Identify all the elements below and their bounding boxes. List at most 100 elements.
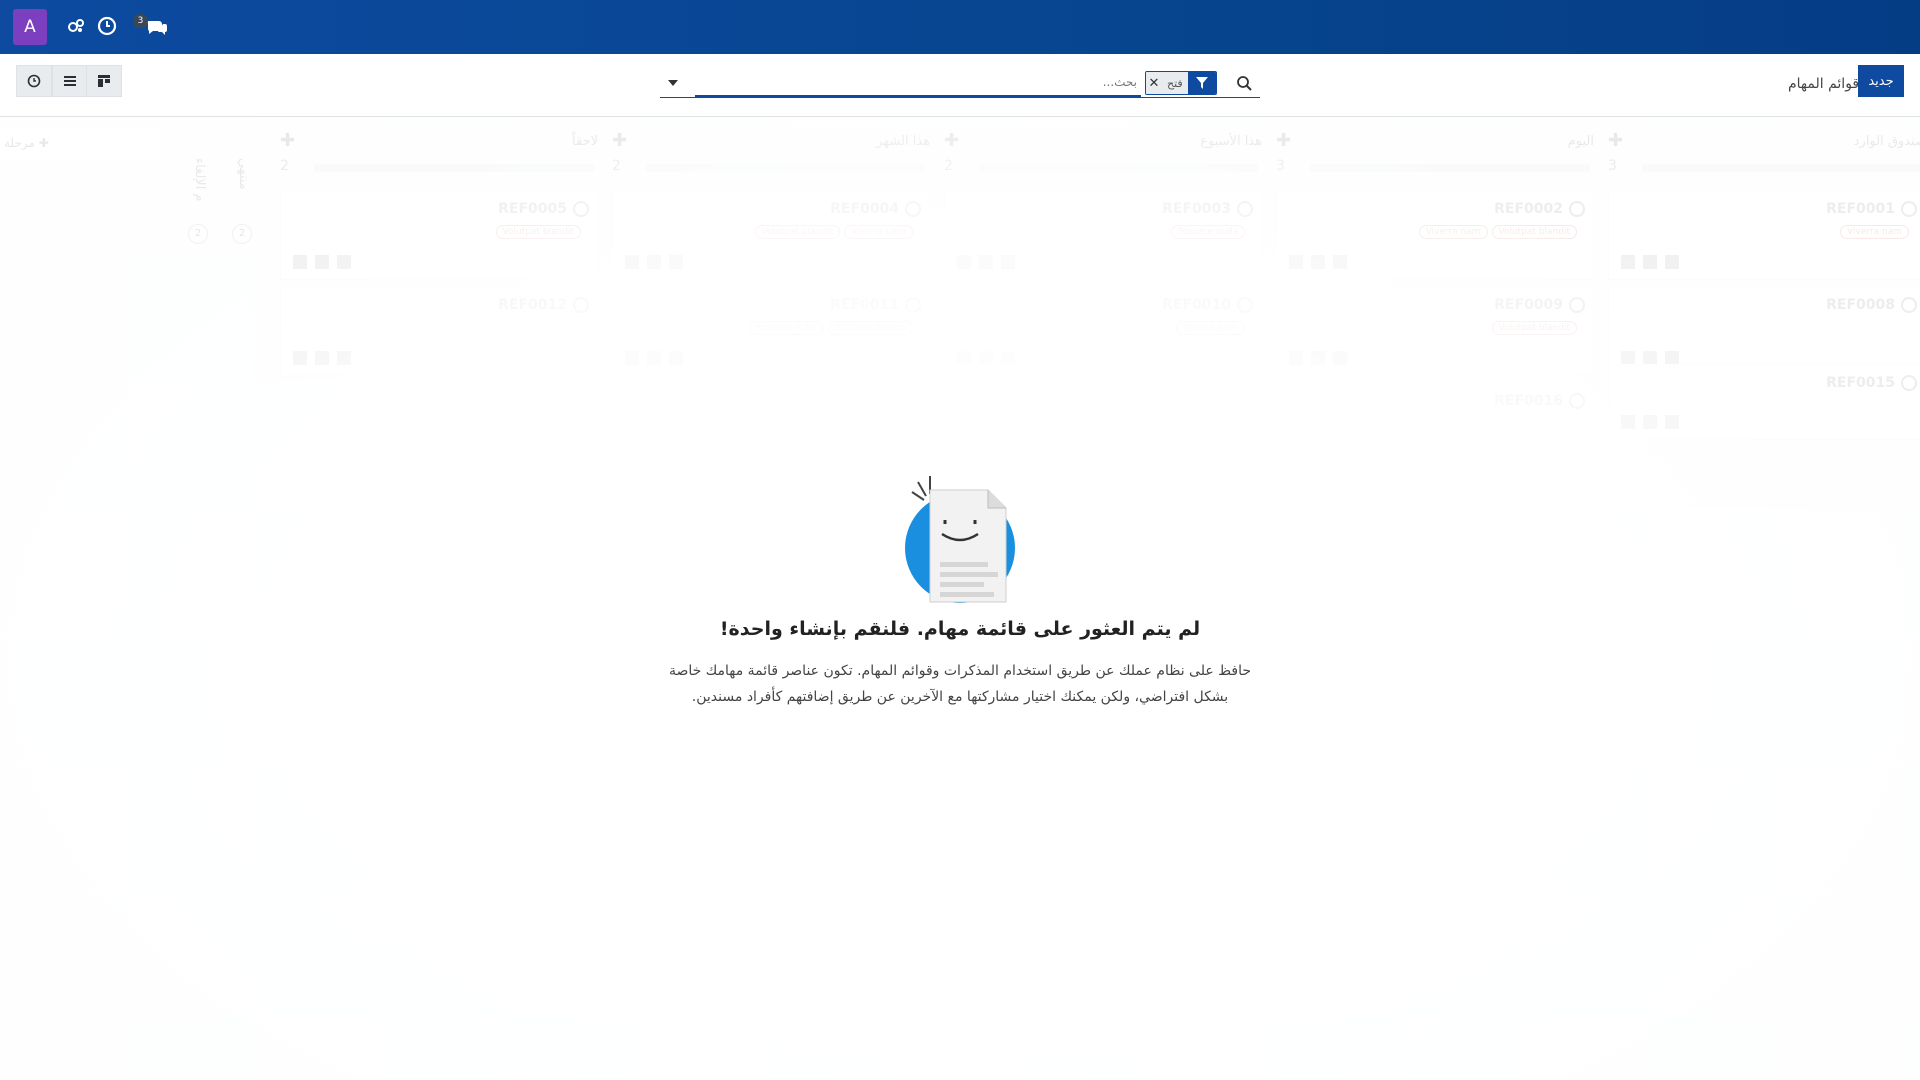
column-title: هذا الأسبوع	[1200, 134, 1262, 149]
card-ref: REF0009	[1494, 297, 1563, 313]
activity-view-button[interactable]	[16, 65, 52, 97]
kanban-column: ✚ لاحقاً 2 REF0005 Volutpat blandit REF0…	[274, 128, 604, 508]
card-icons	[293, 351, 353, 365]
add-card-icon[interactable]: ✚	[944, 130, 959, 151]
column-title: هذا الشهر	[876, 134, 930, 149]
messages-badge: 3	[133, 14, 148, 28]
add-card-icon[interactable]: ✚	[280, 130, 295, 151]
card-tag: Viverra nam	[1418, 225, 1488, 239]
column-title: صندوق الوارد	[1853, 134, 1920, 149]
kanban-card[interactable]: REF0008	[1608, 286, 1920, 376]
card-ref: REF0012	[498, 297, 567, 313]
add-card-icon[interactable]: ✚	[1608, 130, 1623, 151]
kanban-card[interactable]: REF0012	[280, 286, 598, 376]
empty-state-description: حافظ على نظام عملك عن طريق استخدام المذك…	[668, 663, 1252, 705]
add-stage-label: ✚ مرحلة	[4, 136, 49, 150]
empty-state-title: لم يتم العثور على قائمة مهام. فلنقم بإنش…	[719, 618, 1201, 640]
kanban-column: ✚ صندوق الوارد 3 REF0001 Viverra nam REF…	[1602, 128, 1920, 508]
kanban-folded-column[interactable]: م الإلغاء 2	[184, 128, 224, 248]
kanban-folded-column[interactable]: منتهي 2	[228, 128, 268, 248]
column-count: 3	[1276, 158, 1285, 174]
check-icon[interactable]	[1901, 375, 1917, 391]
card-icons	[1621, 351, 1681, 365]
card-tag: Posuere nulla	[749, 321, 824, 335]
check-icon[interactable]	[1237, 201, 1253, 217]
card-icons	[625, 351, 685, 365]
discuss-icon[interactable]	[145, 15, 169, 37]
check-icon[interactable]	[1569, 201, 1585, 217]
card-ref: REF0004	[830, 201, 899, 217]
column-progress	[314, 164, 594, 172]
check-icon[interactable]	[1237, 297, 1253, 313]
column-title: لاحقاً	[572, 134, 598, 149]
search-input[interactable]	[695, 68, 1141, 98]
facet-value: فتح	[1162, 72, 1188, 94]
check-icon[interactable]	[1569, 297, 1585, 313]
card-ref: REF0001	[1826, 201, 1895, 217]
kanban-card[interactable]: REF0002 Viverra nam Volutpat blandit	[1276, 190, 1594, 280]
kanban-icon	[98, 75, 110, 87]
check-icon[interactable]	[573, 297, 589, 313]
kanban-card[interactable]: REF0009 Volutpat blandit	[1276, 286, 1594, 376]
card-tag: Viverra nam	[1840, 225, 1909, 239]
folded-column-title: م الإلغاء	[192, 158, 207, 202]
card-tag: Volutpat blandit	[827, 321, 913, 335]
list-view-button[interactable]	[52, 65, 88, 97]
check-icon[interactable]	[905, 297, 921, 313]
card-tag: Posuere nulla	[1170, 225, 1245, 239]
check-icon[interactable]	[1569, 393, 1585, 409]
clock-icon[interactable]	[97, 15, 117, 37]
card-ref: REF0003	[1162, 201, 1231, 217]
check-icon[interactable]	[905, 201, 921, 217]
caret-down-icon[interactable]	[660, 68, 686, 98]
card-tag: Volutpat blandit	[1491, 321, 1577, 335]
add-card-icon[interactable]: ✚	[612, 130, 627, 151]
avatar[interactable]: A	[13, 9, 47, 45]
card-icons	[957, 351, 1017, 365]
search-facet[interactable]: ✕ فتح	[1145, 71, 1217, 95]
new-button[interactable]: جديد	[1858, 65, 1904, 97]
filter-icon	[1187, 72, 1216, 94]
card-icons	[1621, 255, 1681, 269]
card-tag: Viverra nam	[844, 225, 913, 239]
check-icon[interactable]	[573, 201, 589, 217]
card-ref: REF0011	[830, 297, 899, 313]
card-ref: REF0002	[1494, 201, 1563, 217]
column-progress	[646, 164, 926, 172]
kanban-card[interactable]: REF0003 Posuere nulla	[944, 190, 1262, 280]
kanban-card[interactable]: REF0005 Volutpat blandit	[280, 190, 598, 280]
add-card-icon[interactable]: ✚	[1276, 130, 1291, 151]
kanban-column: ✚ هذا الأسبوع 2 REF0003 Posuere nulla RE…	[938, 128, 1268, 508]
close-icon[interactable]: ✕	[1146, 72, 1162, 94]
kanban-card[interactable]: REF0015	[1608, 364, 1920, 440]
check-icon[interactable]	[1901, 201, 1917, 217]
clock-icon	[27, 74, 41, 88]
document-illustration-icon	[902, 470, 1018, 606]
list-icon	[64, 76, 76, 86]
check-icon[interactable]	[1901, 297, 1917, 313]
kanban-column: ✚ اليوم 3 REF0002 Viverra nam Volutpat b…	[1270, 128, 1600, 508]
card-icons	[293, 255, 353, 269]
add-stage-box[interactable]: ✚ مرحلة	[0, 128, 160, 160]
search-bar: ✕ فتح	[660, 68, 1260, 98]
kanban-card[interactable]: REF0001 Viverra nam	[1608, 190, 1920, 280]
search-icon[interactable]	[1235, 74, 1253, 92]
card-icons	[1621, 415, 1681, 429]
kanban-card[interactable]: REF0004 Volutpat blandit Viverra nam	[612, 190, 930, 280]
card-ref: REF0005	[498, 201, 567, 217]
card-ref: REF0010	[1162, 297, 1231, 313]
activity-icon[interactable]	[66, 15, 86, 37]
column-progress	[1642, 164, 1920, 172]
card-icons	[625, 255, 685, 269]
column-count: 3	[1608, 158, 1617, 174]
kanban-card[interactable]: REF0011 Posuere nulla Volutpat blandit	[612, 286, 930, 376]
card-icons	[1289, 255, 1349, 269]
kanban-card[interactable]: REF0016	[1276, 382, 1594, 442]
column-count: 2	[944, 158, 953, 174]
column-count: 2	[280, 158, 289, 174]
kanban-view-button[interactable]	[86, 65, 122, 97]
column-count: 2	[612, 158, 621, 174]
card-icons	[1289, 351, 1349, 365]
kanban-card[interactable]: REF0010 Viverra nam	[944, 286, 1262, 376]
card-ref: REF0015	[1826, 375, 1895, 391]
